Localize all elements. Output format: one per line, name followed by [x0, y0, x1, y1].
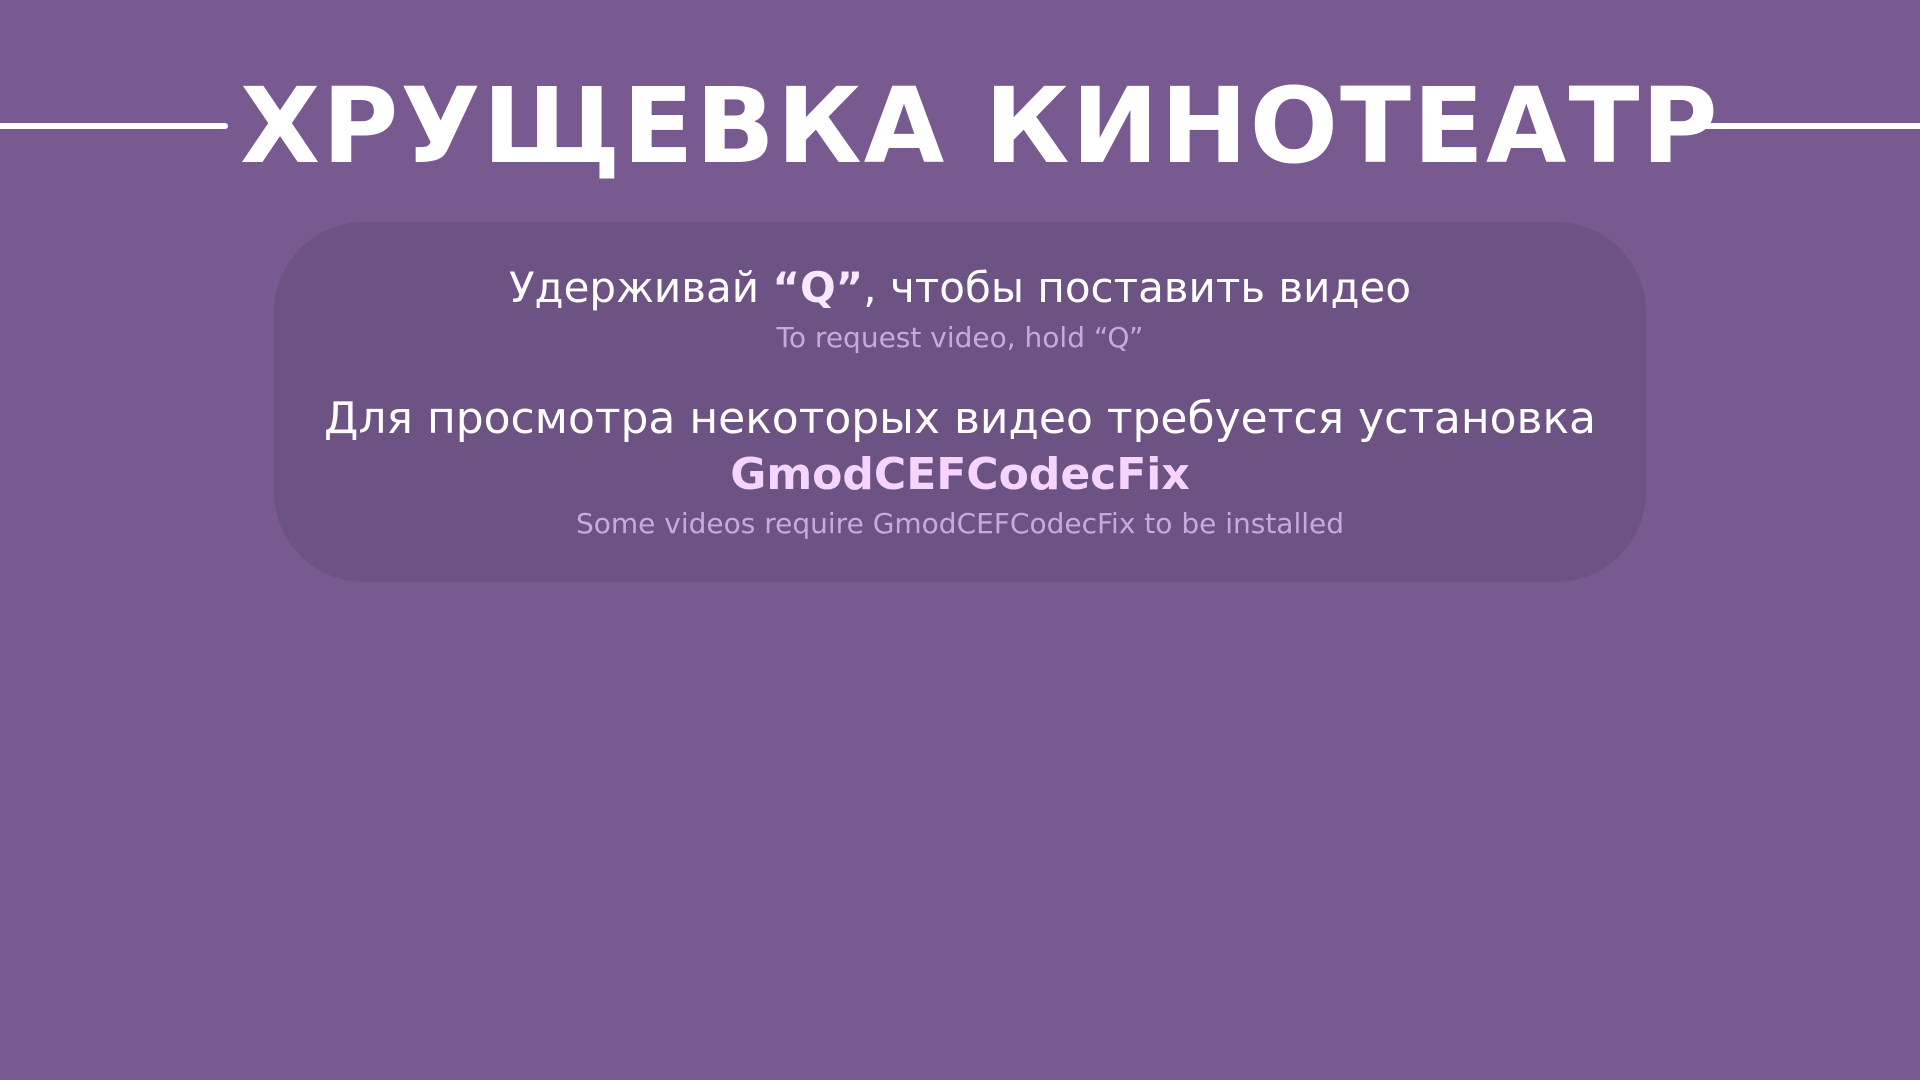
codec-notice-text: Для просмотра некоторых видео требуется …: [323, 393, 1597, 444]
codec-name: GmodCEFCodecFix: [730, 449, 1190, 500]
page-title: ХРУЩЕВКА КИНОТЕАТР: [240, 65, 1720, 187]
request-hint-prefix: Удерживай: [508, 263, 773, 312]
header: ХРУЩЕВКА КИНОТЕАТР: [0, 66, 1920, 186]
info-panel: Удерживай “Q”, чтобы поставить видео To …: [274, 222, 1646, 582]
header-left-divider: [0, 123, 228, 129]
codec-notice-translation: Some videos require GmodCEFCodecFix to b…: [575, 507, 1345, 540]
request-hint-translation: To request video, hold “Q”: [776, 321, 1144, 354]
request-hint-suffix: , чтобы поставить видео: [863, 263, 1412, 312]
header-right-divider: [1692, 123, 1920, 129]
request-hint-key: “Q”: [772, 263, 864, 312]
request-hint: Удерживай “Q”, чтобы поставить видео: [274, 260, 1646, 316]
